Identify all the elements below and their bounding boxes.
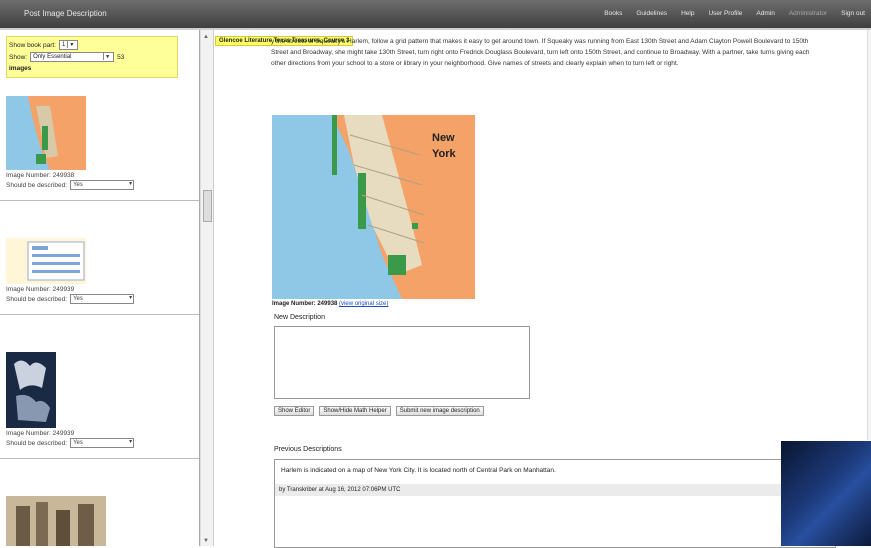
photo-thumbnail[interactable] (6, 352, 56, 428)
math-helper-button[interactable]: Show/Hide Math Helper (319, 406, 391, 416)
show-select[interactable]: Only Essential ▼ (30, 52, 115, 62)
nav-guidelines[interactable]: Guidelines (636, 10, 667, 17)
nav-help[interactable]: Help (681, 10, 694, 17)
nav-books[interactable]: Books (604, 10, 622, 17)
map-image: New York (272, 115, 475, 299)
app-title: Post Image Description (24, 9, 107, 18)
should-describe-label: Should be described: (6, 439, 68, 447)
should-describe-select[interactable]: Yes (70, 294, 135, 304)
previous-descriptions-box: Harlem is indicated on a map of New York… (274, 459, 836, 548)
top-bar: Post Image Description Books Guidelines … (0, 0, 871, 30)
list-item[interactable] (6, 496, 196, 546)
photo-thumbnail[interactable] (6, 496, 106, 546)
book-part-label: Show book part: (9, 41, 56, 49)
new-description-textarea[interactable] (274, 326, 530, 399)
images-label: images (9, 65, 32, 72)
should-describe-select[interactable]: Yes (70, 180, 135, 190)
map-label: York (432, 148, 457, 160)
previous-description-meta: by Transkriber at Aug 16, 2012 07:06PM U… (275, 484, 835, 496)
map-label: New (432, 132, 455, 144)
divider (0, 314, 199, 315)
list-item[interactable]: Image Number: 249939 Should be described… (6, 238, 196, 304)
image-number: Image Number: 249938 (272, 301, 338, 307)
chevron-down-icon: ▼ (67, 41, 75, 48)
original-size-link[interactable]: (view original size) (339, 301, 388, 307)
chevron-down-icon: ▼ (103, 53, 111, 60)
form-thumbnail[interactable] (6, 238, 86, 284)
resize-grip[interactable] (203, 190, 212, 222)
list-item[interactable]: Image Number: 249938 Should be described… (6, 96, 196, 190)
nav-user-profile[interactable]: User Profile (708, 10, 742, 17)
submit-description-button[interactable]: Submit new image description (395, 406, 484, 416)
nav-username: Administrator (788, 10, 828, 17)
scrollbar[interactable] (867, 30, 871, 440)
filter-box: Show book part: 1 ▼ Show: Only Essential ▼… (6, 36, 178, 78)
scroll-up-arrow-icon[interactable]: ▲ (203, 34, 209, 40)
new-description-label: New Description (274, 314, 325, 321)
main-content: Glencoe Literature Texas Treasures, Cour… (213, 30, 871, 548)
scroll-down-arrow-icon[interactable]: ▼ (203, 538, 209, 544)
should-describe-label: Should be described: (6, 181, 68, 189)
desktop-background (781, 441, 871, 546)
image-count: 53 (117, 53, 125, 61)
divider (0, 200, 199, 201)
image-list-panel: Show book part: 1 ▼ Show: Only Essential ▼… (0, 30, 200, 546)
top-nav: Books Guidelines Help User Profile Admin… (604, 10, 865, 17)
image-number: Image Number: 249939 (6, 286, 75, 293)
list-item[interactable]: Image Number: 249939 Should be described… (6, 352, 196, 448)
previous-descriptions-label: Previous Descriptions (274, 446, 342, 453)
map-thumbnail[interactable] (6, 96, 86, 170)
image-number: Image Number: 249938 (6, 172, 75, 179)
editor-buttons: Show Editor Show/Hide Math Helper Submit… (274, 406, 484, 416)
should-describe-select[interactable]: Yes (70, 438, 135, 448)
panel-divider[interactable]: ▲ ▼ (200, 30, 214, 546)
show-label: Show: (9, 53, 28, 61)
should-describe-label: Should be described: (6, 295, 68, 303)
image-number: Image Number: 249939 (6, 430, 75, 437)
nav-sign-out[interactable]: Sign out (841, 10, 865, 17)
nav-admin[interactable]: Admin (756, 10, 774, 17)
instructions-text: y the streets of Squeaky's Harlem, follo… (271, 38, 810, 67)
book-part-select[interactable]: 1 ▼ (58, 40, 79, 50)
previous-description-text: Harlem is indicated on a map of New York… (281, 467, 556, 474)
image-caption: Image Number: 249938 (view original size… (272, 301, 388, 307)
divider (0, 458, 199, 459)
show-editor-button[interactable]: Show Editor (274, 406, 315, 416)
